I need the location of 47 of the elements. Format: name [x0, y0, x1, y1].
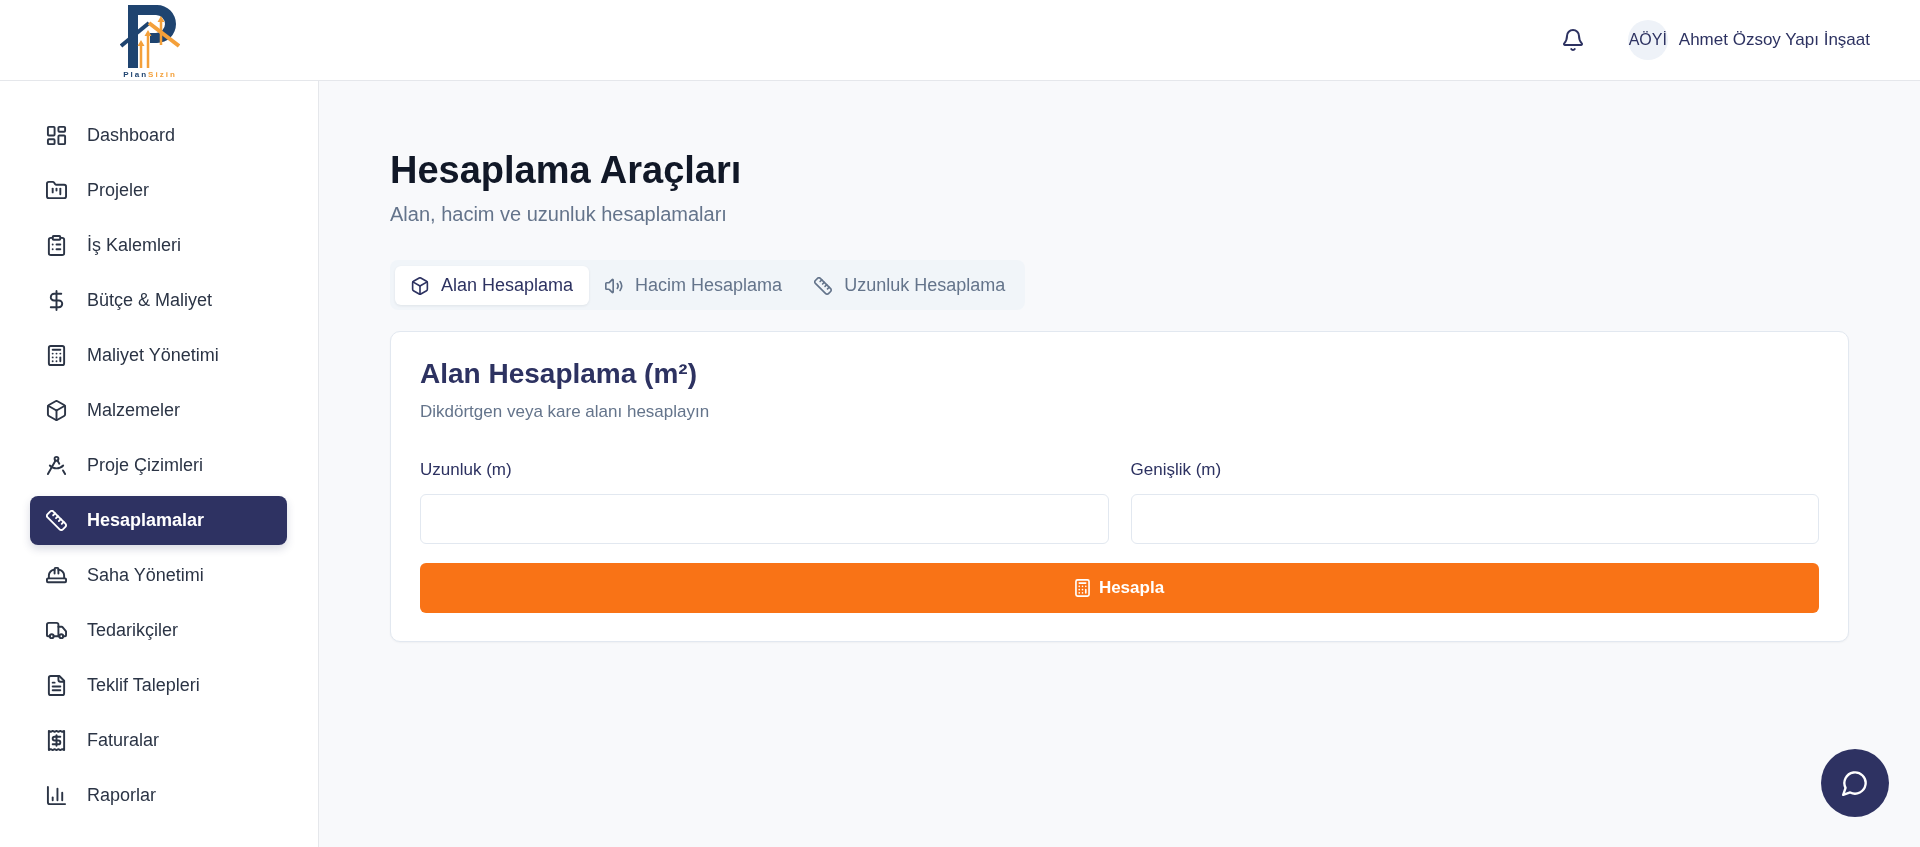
- tab[interactable]: Alan Hesaplama: [395, 266, 590, 305]
- folder-icon: [46, 180, 67, 201]
- sidebar-item[interactable]: Maliyet Yönetimi: [30, 331, 287, 380]
- box-icon: [411, 276, 429, 295]
- sidebar-item[interactable]: İş Kalemleri: [30, 221, 287, 270]
- sidebar-item[interactable]: Dashboard: [30, 111, 287, 160]
- sidebar-item[interactable]: Raporlar: [30, 771, 287, 820]
- clipboard-list-icon: [46, 235, 67, 256]
- sidebar-item[interactable]: Teklif Talepleri: [30, 661, 287, 710]
- tab[interactable]: Uzunluk Hesaplama: [798, 266, 1022, 305]
- house-logo-drawing: [120, 5, 180, 69]
- document-icon: [46, 675, 67, 696]
- sidebar-item[interactable]: Faturalar: [30, 716, 287, 765]
- ruler-icon: [46, 510, 67, 531]
- hard-hat-icon: [46, 565, 67, 586]
- dashboard-grid-icon: [46, 125, 67, 146]
- box-icon: [46, 400, 67, 421]
- notifications-button[interactable]: [1562, 29, 1583, 51]
- truck-icon: [46, 620, 67, 641]
- bell-icon: [1562, 29, 1583, 51]
- sidebar-item[interactable]: Malzemeler: [30, 386, 287, 435]
- logo-wordmark: PlanSizin: [123, 70, 177, 79]
- page-subtitle: Alan, hacim ve uzunluk hesaplamaları: [390, 202, 728, 227]
- page-title: Hesaplama Araçları: [390, 148, 743, 193]
- ruler-icon: [814, 276, 833, 295]
- field-label: Genişlik (m): [1130, 459, 1222, 481]
- input-field[interactable]: [420, 494, 1109, 544]
- field-label: Uzunluk (m): [420, 459, 512, 481]
- sidebar-item[interactable]: Hesaplamalar: [30, 496, 287, 545]
- calculator-icon: [46, 345, 67, 366]
- card-title: Alan Hesaplama (m²): [420, 357, 698, 391]
- compass-icon: [46, 455, 67, 476]
- input-field[interactable]: [1130, 494, 1819, 544]
- speaker-icon: [605, 276, 624, 295]
- chat-bubble-icon: [1842, 770, 1868, 796]
- bar-chart-icon: [46, 785, 67, 806]
- card-subtitle: Dikdörtgen veya kare alanı hesaplayın: [420, 401, 711, 423]
- calculator-icon: [1074, 579, 1090, 597]
- receipt-dollar-icon: [46, 730, 67, 751]
- user-name: Ahmet Özsoy Yapı İnşaat: [1678, 30, 1870, 50]
- avatar[interactable]: AÖYİ: [1627, 20, 1668, 60]
- sidebar-item[interactable]: Proje Çizimleri: [30, 441, 287, 490]
- sidebar-item[interactable]: Tedarikçiler: [30, 606, 287, 655]
- tab[interactable]: Hacim Hesaplama: [589, 266, 799, 305]
- sidebar-item[interactable]: Bütçe & Maliyet: [30, 276, 287, 325]
- sidebar-item[interactable]: Saha Yönetimi: [30, 551, 287, 600]
- sidebar-item[interactable]: Projeler: [30, 166, 287, 215]
